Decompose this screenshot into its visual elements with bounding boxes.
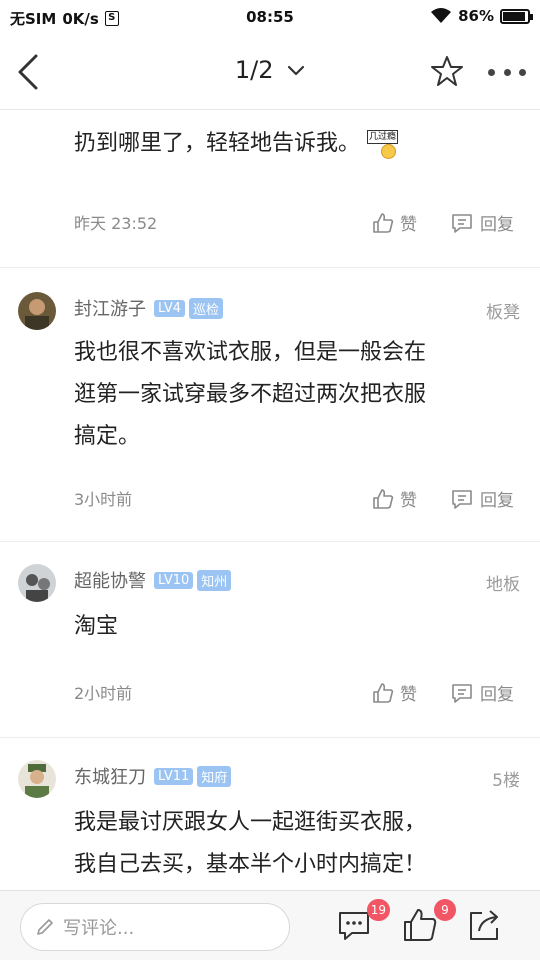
comment-text-line: 淘宝 [74, 614, 119, 639]
comment-input[interactable]: 写评论... [20, 903, 290, 951]
floor-label: 地板 [486, 575, 520, 595]
battery-icon [500, 8, 533, 24]
comments-button[interactable]: 19 [336, 899, 390, 947]
share-icon [470, 910, 498, 940]
nav-bar: 1/2 [0, 34, 540, 110]
author-name[interactable]: 超能协警 [74, 567, 146, 593]
avatar-image [18, 564, 56, 602]
reply-bubble-icon [452, 213, 472, 233]
bottom-action-bar: 写评论... 19 9 [0, 890, 540, 960]
comment-text-line: 我自己去买，基本半个小时内搞定！ [74, 852, 427, 877]
comment-text-line: 我是最讨厌跟女人一起逛街买衣服， [74, 810, 427, 835]
status-right: 86% [430, 7, 533, 25]
rank-badge: 巡检 [188, 297, 223, 319]
rank-badge: 知州 [197, 569, 232, 591]
thumbs-up-icon [373, 212, 394, 233]
like-label: 赞 [400, 491, 417, 511]
like-button[interactable]: 赞 [372, 210, 417, 235]
reply-label: 回复 [480, 215, 514, 235]
reply-button[interactable]: 回复 [450, 486, 514, 511]
share-button[interactable] [466, 907, 506, 947]
emoji-sign: 几过瘾 [367, 130, 399, 144]
reply-bubble-icon [452, 489, 472, 509]
comment-item: 扔到哪里了，轻轻地告诉我。 几过瘾 昨天 23:52 赞 回复 [0, 111, 540, 268]
like-label: 赞 [400, 685, 417, 705]
comment-text: 我是最讨厌跟女人一起逛街买衣服， 我自己去买，基本半个小时内搞定！ [74, 802, 514, 886]
comment-item: 封江游子 LV4 巡检 板凳 我也很不喜欢试衣服，但是一般会在 逛第一家试穿最多… [0, 268, 540, 542]
emoji-face-icon [381, 144, 397, 159]
avatar-image [18, 292, 56, 330]
thumbs-up-icon [373, 682, 394, 703]
thumbs-up-icon [404, 909, 437, 941]
avatar[interactable] [18, 760, 56, 798]
like-button[interactable]: 赞 [372, 680, 417, 705]
page-indicator-text: 1/2 [234, 56, 274, 84]
comment-placeholder: 写评论... [63, 918, 135, 939]
comment-time: 3小时前 [74, 490, 133, 509]
level-badge: LV4 [154, 299, 185, 317]
avatar[interactable] [18, 564, 56, 602]
author-row: 封江游子 LV4 巡检 [74, 296, 223, 320]
like-button[interactable]: 赞 [372, 486, 417, 511]
comment-text: 淘宝 [74, 606, 514, 648]
avatar[interactable] [18, 292, 56, 330]
author-row: 东城狂刀 LV11 知府 [74, 763, 232, 789]
chevron-down-icon [288, 65, 305, 76]
more-options-icon[interactable] [488, 62, 526, 82]
comment-text-line: 扔到哪里了，轻轻地告诉我。 [74, 131, 361, 156]
comment-time: 2小时前 [74, 684, 133, 703]
author-name[interactable]: 东城狂刀 [74, 763, 146, 789]
reply-button[interactable]: 回复 [450, 680, 514, 705]
floor-label: 5楼 [492, 771, 520, 791]
floor-label: 板凳 [486, 303, 520, 323]
emoji-sticker: 几过瘾 [367, 128, 401, 160]
rank-badge: 知府 [197, 765, 232, 787]
like-count-badge: 9 [434, 899, 456, 921]
battery-percent: 86% [458, 7, 494, 25]
comment-count-badge: 19 [366, 899, 390, 921]
author-row: 超能协警 LV10 知州 [74, 567, 232, 593]
level-badge: LV11 [154, 767, 194, 785]
comment-item: 超能协警 LV10 知州 地板 淘宝 2小时前 赞 回复 [0, 542, 540, 738]
comment-text-line: 搞定。 [74, 424, 141, 449]
reply-label: 回复 [480, 685, 514, 705]
wifi-icon [431, 8, 452, 23]
star-icon[interactable] [430, 54, 464, 88]
avatar-image [18, 760, 56, 798]
comment-text: 我也很不喜欢试衣服，但是一般会在 逛第一家试穿最多不超过两次把衣服 搞定。 [74, 332, 514, 458]
comment-text-line: 逛第一家试穿最多不超过两次把衣服 [74, 382, 427, 407]
like-label: 赞 [400, 215, 417, 235]
like-post-button[interactable]: 9 [402, 899, 456, 947]
comment-text: 扔到哪里了，轻轻地告诉我。 几过瘾 [74, 123, 514, 165]
comment-list: 扔到哪里了，轻轻地告诉我。 几过瘾 昨天 23:52 赞 回复 封江游子 LV4… [0, 111, 540, 890]
reply-label: 回复 [480, 491, 514, 511]
comment-time: 昨天 23:52 [74, 214, 158, 233]
reply-button[interactable]: 回复 [450, 210, 514, 235]
thumbs-up-icon [373, 488, 394, 509]
status-bar: 无SIM 0K/s S 08:55 86% [0, 0, 540, 34]
level-badge: LV10 [154, 571, 194, 589]
author-name[interactable]: 封江游子 [74, 295, 146, 321]
comment-text-line: 我也很不喜欢试衣服，但是一般会在 [74, 340, 427, 365]
pencil-icon [37, 919, 53, 935]
reply-bubble-icon [452, 683, 472, 703]
comment-item: 东城狂刀 LV11 知府 5楼 我是最讨厌跟女人一起逛街买衣服， 我自己去买，基… [0, 738, 540, 890]
